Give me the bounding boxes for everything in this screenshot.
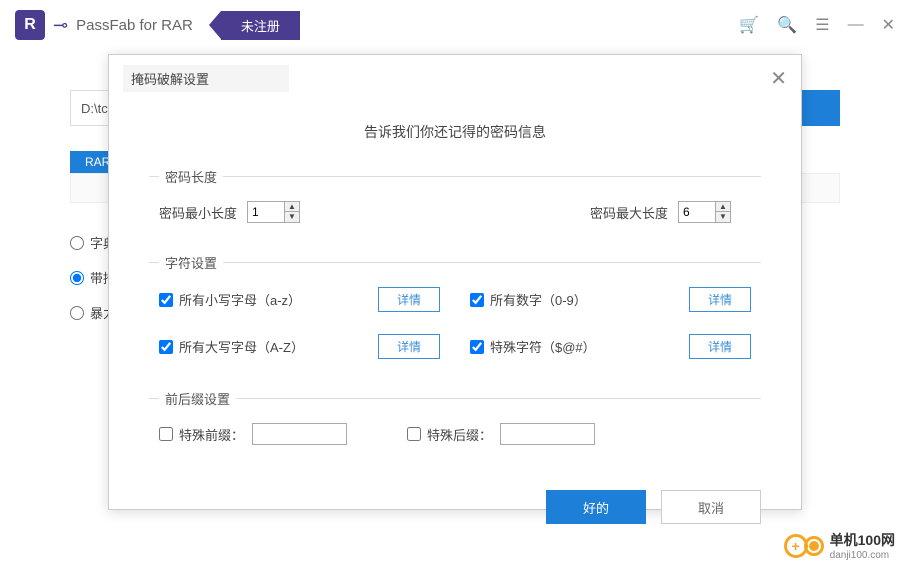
close-icon[interactable]: ✕: [882, 15, 895, 35]
uppercase-row: 所有大写字母（A-Z） 详情: [159, 334, 440, 359]
suffix-item: 特殊后缀：: [407, 423, 595, 445]
key-icon: ⊸: [53, 15, 68, 36]
digits-checkbox[interactable]: 所有数字（0-9）: [470, 290, 587, 309]
affix-group: 前后缀设置 特殊前缀： 特殊后缀：: [149, 389, 761, 465]
watermark: + 单机100网 danji100.com: [784, 530, 895, 561]
unregistered-badge[interactable]: 未注册: [221, 11, 300, 40]
prefix-checkbox[interactable]: 特殊前缀：: [159, 425, 244, 444]
spin-down-icon[interactable]: ▼: [285, 212, 299, 222]
mask-settings-dialog: 掩码破解设置 ✕ 告诉我们你还记得的密码信息 密码长度 密码最小长度 ▲▼ 密码…: [108, 54, 802, 510]
spin-up-icon[interactable]: ▲: [285, 202, 299, 212]
cancel-button[interactable]: 取消: [661, 490, 761, 524]
search-icon[interactable]: 🔍: [777, 15, 797, 35]
watermark-name: 单机100网: [830, 530, 895, 550]
titlebar: R ⊸ PassFab for RAR 未注册 🛒 🔍 ☰ — ✕: [0, 0, 910, 50]
dialog-footer: 好的 取消: [109, 475, 801, 544]
special-checkbox[interactable]: 特殊字符（$@#）: [470, 337, 596, 356]
dialog-body: 告诉我们你还记得的密码信息 密码长度 密码最小长度 ▲▼ 密码最大长度 ▲▼: [109, 102, 801, 475]
digits-detail-button[interactable]: 详情: [689, 287, 751, 312]
special-detail-button[interactable]: 详情: [689, 334, 751, 359]
spin-up-icon[interactable]: ▲: [716, 202, 730, 212]
lowercase-checkbox[interactable]: 所有小写字母（a-z）: [159, 290, 301, 309]
minimize-icon[interactable]: —: [848, 16, 864, 34]
browse-button[interactable]: [800, 90, 840, 126]
min-length-input[interactable]: [247, 201, 285, 223]
lowercase-row: 所有小写字母（a-z） 详情: [159, 287, 440, 312]
charset-legend: 字符设置: [159, 253, 223, 272]
prefix-input[interactable]: [252, 423, 347, 445]
dialog-title: 掩码破解设置: [123, 65, 289, 92]
affix-legend: 前后缀设置: [159, 389, 236, 408]
cart-icon[interactable]: 🛒: [739, 15, 759, 35]
titlebar-left: R ⊸ PassFab for RAR 未注册: [15, 10, 300, 40]
charset-group: 字符设置 所有小写字母（a-z） 详情 所有数字（0-9） 详情 所有大写字母（…: [149, 253, 761, 379]
uppercase-checkbox[interactable]: 所有大写字母（A-Z）: [159, 337, 304, 356]
watermark-logo-icon: +: [784, 534, 824, 558]
min-length-item: 密码最小长度 ▲▼: [159, 201, 300, 223]
digits-row: 所有数字（0-9） 详情: [470, 287, 751, 312]
lowercase-detail-button[interactable]: 详情: [378, 287, 440, 312]
close-icon[interactable]: ✕: [770, 69, 787, 89]
spin-down-icon[interactable]: ▼: [716, 212, 730, 222]
max-length-item: 密码最大长度 ▲▼: [590, 201, 731, 223]
uppercase-detail-button[interactable]: 详情: [378, 334, 440, 359]
app-logo: R: [15, 10, 45, 40]
dialog-header: 掩码破解设置 ✕: [109, 55, 801, 102]
dialog-subtitle: 告诉我们你还记得的密码信息: [149, 122, 761, 142]
min-length-label: 密码最小长度: [159, 203, 237, 222]
menu-icon[interactable]: ☰: [815, 15, 829, 35]
suffix-checkbox[interactable]: 特殊后缀：: [407, 425, 492, 444]
ok-button[interactable]: 好的: [546, 490, 646, 524]
titlebar-controls: 🛒 🔍 ☰ — ✕: [739, 15, 895, 35]
password-length-group: 密码长度 密码最小长度 ▲▼ 密码最大长度 ▲▼: [149, 167, 761, 243]
max-length-input[interactable]: [678, 201, 716, 223]
special-row: 特殊字符（$@#） 详情: [470, 334, 751, 359]
watermark-url: danji100.com: [830, 550, 895, 561]
suffix-input[interactable]: [500, 423, 595, 445]
app-title: PassFab for RAR: [76, 17, 193, 34]
prefix-item: 特殊前缀：: [159, 423, 347, 445]
length-legend: 密码长度: [159, 167, 223, 186]
min-length-spinner[interactable]: ▲▼: [247, 201, 300, 223]
max-length-label: 密码最大长度: [590, 203, 668, 222]
max-length-spinner[interactable]: ▲▼: [678, 201, 731, 223]
